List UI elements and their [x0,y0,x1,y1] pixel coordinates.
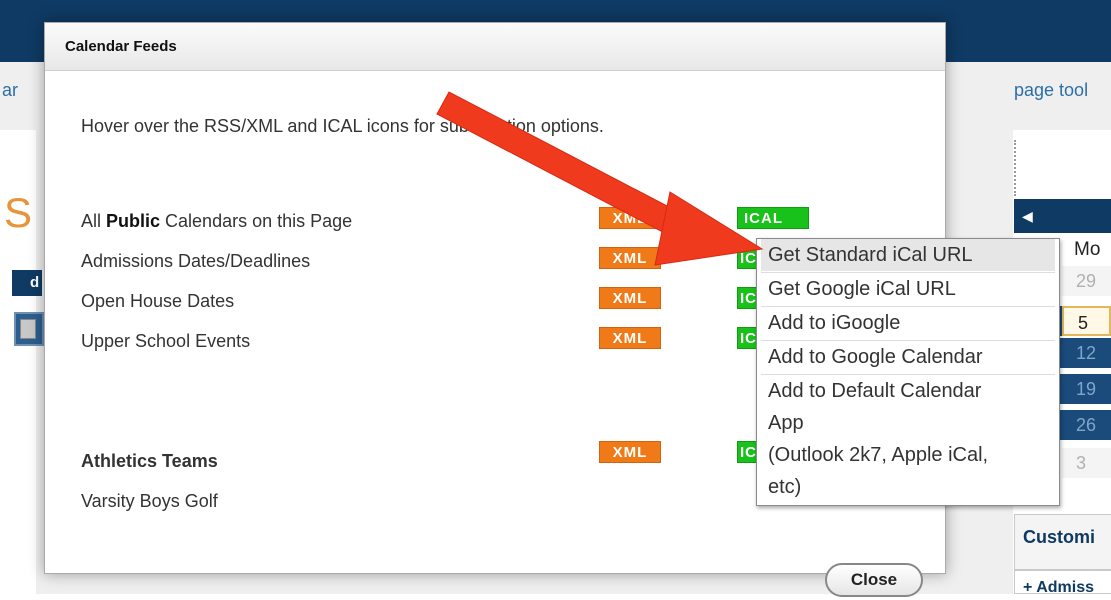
arrow-shaft [436,91,691,241]
arrow-head [654,191,764,266]
annotation-arrow [436,91,764,266]
